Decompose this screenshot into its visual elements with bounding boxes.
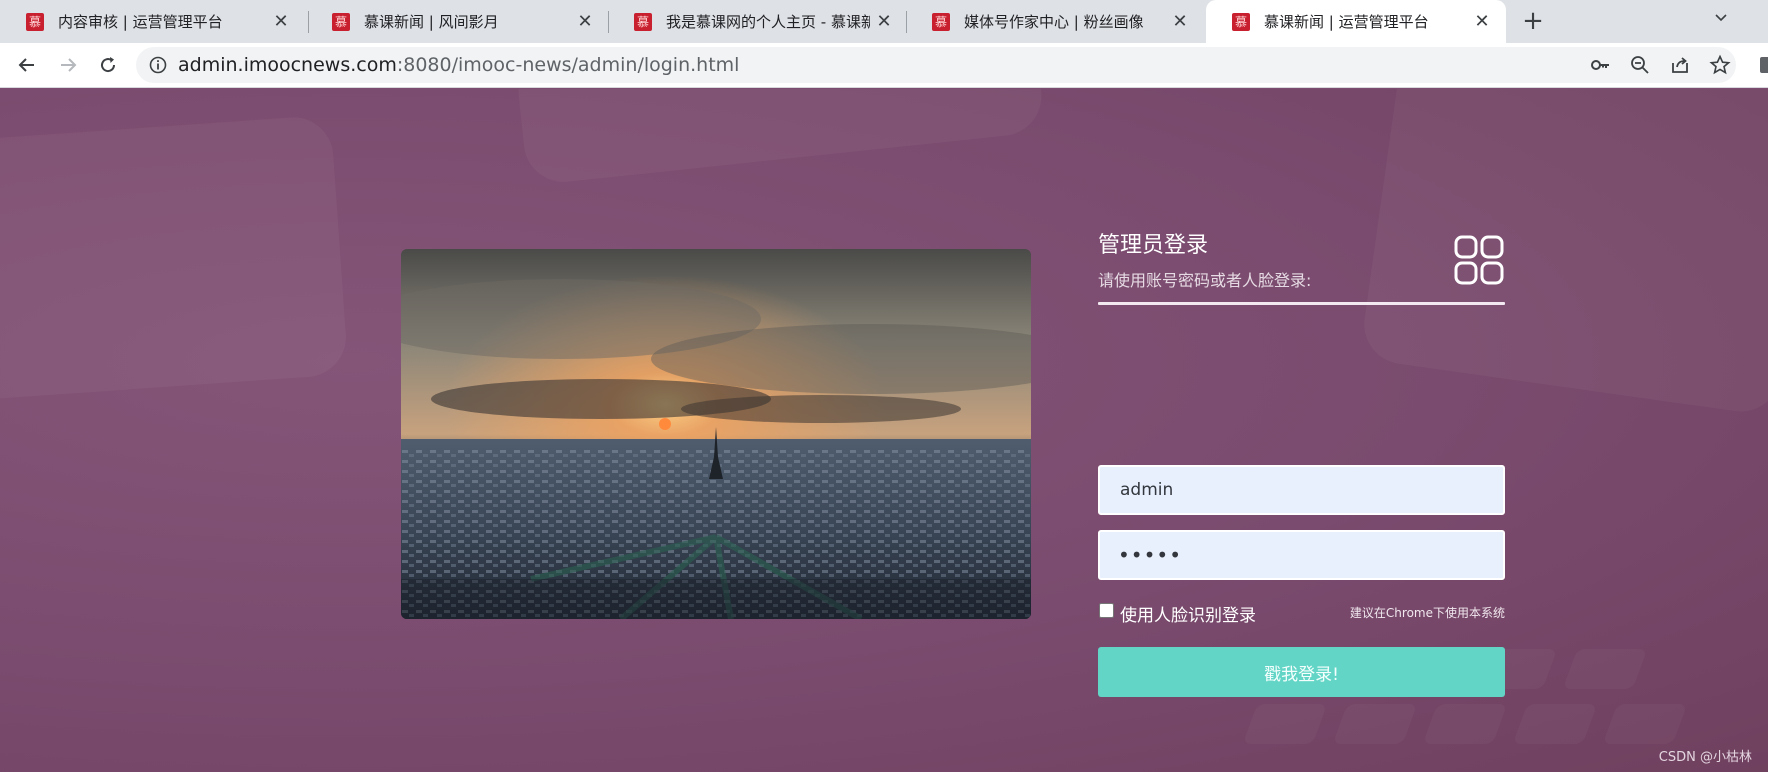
chevron-down-icon[interactable] — [1706, 6, 1736, 36]
info-icon[interactable] — [148, 55, 168, 75]
close-tab-icon[interactable]: ✕ — [1166, 11, 1194, 32]
background-decoration — [0, 114, 349, 404]
background-decoration — [1333, 704, 1418, 744]
url-path: :8080/imooc-news/admin/login.html — [396, 54, 740, 76]
background-decoration — [514, 89, 1046, 186]
background-decoration — [1513, 704, 1598, 744]
username-input[interactable] — [1098, 465, 1505, 515]
back-arrow-icon[interactable] — [13, 51, 41, 79]
tab-content-review[interactable]: 慕 内容审核 | 运营管理平台 ✕ — [0, 0, 305, 43]
face-login-row: 使用人脸识别登录 建议在Chrome下使用本系统 — [1098, 600, 1505, 626]
face-login-label[interactable]: 使用人脸识别登录 — [1120, 601, 1256, 626]
tab-title: 内容审核 | 运营管理平台 — [58, 13, 223, 31]
background-decoration — [1243, 704, 1328, 744]
tab-strip: 慕 内容审核 | 运营管理平台 ✕ 慕 慕课新闻 | 风间影月 ✕ 慕 我是慕课… — [0, 0, 1768, 43]
share-icon[interactable] — [1669, 54, 1691, 76]
four-squares-icon — [1454, 235, 1504, 285]
background-decoration — [1359, 89, 1768, 417]
login-title: 管理员登录 — [1098, 233, 1209, 258]
background-decoration — [1423, 704, 1508, 744]
paris-sunset-photo — [401, 249, 1031, 619]
background-decoration — [1563, 649, 1648, 689]
close-tab-icon[interactable]: ✕ — [571, 11, 599, 32]
tab-personal-homepage[interactable]: 慕 我是慕课网的个人主页 - 慕课新闻 ✕ — [608, 0, 908, 43]
title-divider — [1098, 302, 1505, 305]
background-decoration — [1603, 704, 1688, 744]
login-button[interactable]: 戳我登录! — [1098, 647, 1505, 697]
address-bar[interactable]: admin.imoocnews.com:8080/imooc-news/admi… — [136, 47, 1736, 83]
tab-title: 慕课新闻 | 运营管理平台 — [1264, 13, 1429, 31]
browser-hint: 建议在Chrome下使用本系统 — [1349, 606, 1505, 620]
tab-title: 我是慕课网的个人主页 - 慕课新闻 — [666, 13, 870, 31]
imooc-favicon-icon: 慕 — [26, 12, 44, 31]
close-tab-icon[interactable]: ✕ — [267, 11, 295, 32]
url-host: admin.imoocnews.com — [178, 54, 397, 76]
tab-author-center[interactable]: 慕 媒体号作家中心 | 粉丝画像 ✕ — [906, 0, 1204, 43]
zoom-out-icon[interactable] — [1629, 54, 1651, 76]
close-tab-icon[interactable]: ✕ — [1468, 11, 1496, 32]
login-subtitle: 请使用账号密码或者人脸登录: — [1098, 271, 1312, 290]
tab-operations-platform-active[interactable]: 慕 慕课新闻 | 运营管理平台 ✕ — [1206, 0, 1506, 43]
star-icon[interactable] — [1709, 54, 1731, 76]
browser-toolbar: admin.imoocnews.com:8080/imooc-news/admi… — [0, 43, 1768, 88]
tab-title: 媒体号作家中心 | 粉丝画像 — [964, 13, 1144, 31]
imooc-favicon-icon: 慕 — [932, 12, 950, 31]
forward-arrow-icon[interactable] — [54, 51, 82, 79]
reload-icon[interactable] — [94, 51, 122, 79]
login-page: 管理员登录 请使用账号密码或者人脸登录: ••••• 使用人脸识别登录 建议在C… — [0, 89, 1768, 772]
imooc-favicon-icon: 慕 — [634, 12, 652, 31]
csdn-watermark: CSDN @小枯林 — [1658, 750, 1752, 765]
imooc-favicon-icon: 慕 — [1232, 12, 1250, 31]
close-tab-icon[interactable]: ✕ — [870, 11, 898, 32]
key-icon[interactable] — [1589, 54, 1611, 76]
tab-imooc-news-fengjian[interactable]: 慕 慕课新闻 | 风间影月 ✕ — [306, 0, 609, 43]
extension-icon[interactable] — [1760, 57, 1768, 73]
new-tab-plus-icon[interactable]: + — [1518, 6, 1548, 36]
face-login-checkbox[interactable] — [1099, 603, 1114, 618]
imooc-favicon-icon: 慕 — [332, 12, 350, 31]
password-input[interactable]: ••••• — [1098, 530, 1505, 580]
tab-title: 慕课新闻 | 风间影月 — [364, 13, 499, 31]
url-text[interactable]: admin.imoocnews.com:8080/imooc-news/admi… — [178, 54, 739, 76]
